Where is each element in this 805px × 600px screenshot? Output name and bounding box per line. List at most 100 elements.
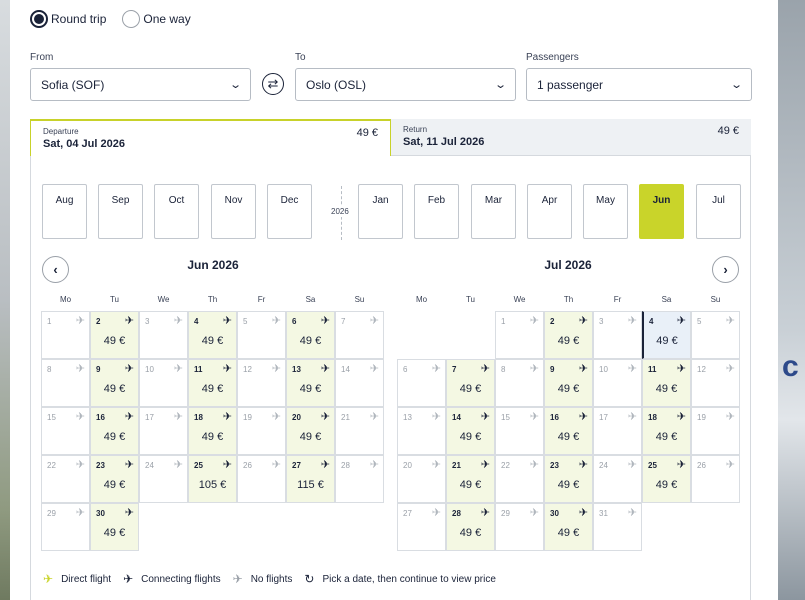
- day-number: 7: [341, 317, 346, 326]
- month-oct[interactable]: Oct: [154, 184, 199, 239]
- calendar-day[interactable]: 11 ✈ 49 €: [188, 359, 237, 407]
- calendar-day[interactable]: 18 ✈ 49 €: [642, 407, 691, 455]
- day-number: 15: [47, 413, 56, 422]
- calendar-day[interactable]: 2 ✈ 49 €: [544, 311, 593, 359]
- tab-departure[interactable]: Departure Sat, 04 Jul 2026 49 €: [30, 119, 391, 156]
- calendar-day[interactable]: 4 ✈ 49 €: [642, 311, 691, 359]
- day-number: 29: [47, 509, 56, 518]
- month-nov[interactable]: Nov: [211, 184, 256, 239]
- weekday-header: Sa: [305, 295, 316, 304]
- calendar-day[interactable]: 25 ✈ 49 €: [642, 455, 691, 503]
- day-number: 22: [47, 461, 56, 470]
- from-select[interactable]: Sofia (SOF) ⌄: [30, 68, 251, 101]
- calendar-day: 28 ✈: [335, 455, 384, 503]
- connecting-flight-icon: ✈: [480, 507, 490, 519]
- day-number: 5: [697, 317, 702, 326]
- day-number: 1: [501, 317, 506, 326]
- tab-return[interactable]: Return Sat, 11 Jul 2026 49 €: [391, 119, 751, 156]
- chevron-right-icon: ›: [723, 262, 728, 277]
- day-price: 105 €: [198, 479, 227, 491]
- month-jan[interactable]: Jan: [358, 184, 403, 239]
- month-title-left: Jun 2026: [187, 258, 239, 272]
- calendar-day[interactable]: 4 ✈ 49 €: [188, 311, 237, 359]
- prev-month-button[interactable]: ‹: [42, 256, 69, 283]
- calendar-day[interactable]: 9 ✈ 49 €: [544, 359, 593, 407]
- calendar-day: 24 ✈: [139, 455, 188, 503]
- month-jun[interactable]: Jun: [639, 184, 684, 239]
- month-mar[interactable]: Mar: [471, 184, 516, 239]
- connecting-flight-icon: ✈: [222, 315, 232, 327]
- weekday-header: Mo: [59, 295, 72, 304]
- day-number: 31: [599, 509, 608, 518]
- calendar-day[interactable]: 30 ✈ 49 €: [544, 503, 593, 551]
- connecting-flight-icon: ✈: [124, 507, 134, 519]
- month-sep[interactable]: Sep: [98, 184, 143, 239]
- month-may[interactable]: May: [583, 184, 628, 239]
- calendar-day[interactable]: 11 ✈ 49 €: [642, 359, 691, 407]
- calendar-day[interactable]: 30 ✈ 49 €: [90, 503, 139, 551]
- swap-airports-button[interactable]: ⇄: [262, 73, 284, 95]
- chevron-down-icon: ⌄: [493, 79, 507, 91]
- passengers-select[interactable]: 1 passenger ⌄: [526, 68, 752, 101]
- calendar-day: 5 ✈: [691, 311, 740, 359]
- month-feb[interactable]: Feb: [414, 184, 459, 239]
- calendar-day: 22 ✈: [495, 455, 544, 503]
- calendar-day[interactable]: 20 ✈ 49 €: [286, 407, 335, 455]
- calendar-day[interactable]: 28 ✈ 49 €: [446, 503, 495, 551]
- month-apr[interactable]: Apr: [527, 184, 572, 239]
- legend-direct: Direct flight: [61, 573, 112, 585]
- day-number: 19: [697, 413, 706, 422]
- connecting-flight-icon: ✈: [124, 363, 134, 375]
- legend-connecting: Connecting flights: [141, 573, 221, 585]
- calendar-day: 10 ✈: [139, 359, 188, 407]
- calendar-day[interactable]: 7 ✈ 49 €: [446, 359, 495, 407]
- connecting-flight-icon: ✈: [222, 459, 232, 471]
- connecting-flight-icon: ✈: [578, 411, 588, 423]
- calendar-day[interactable]: 13 ✈ 49 €: [286, 359, 335, 407]
- calendar-day[interactable]: 14 ✈ 49 €: [446, 407, 495, 455]
- one-way-label: One way: [143, 12, 191, 26]
- calendar-day[interactable]: 6 ✈ 49 €: [286, 311, 335, 359]
- day-number: 11: [648, 365, 657, 374]
- calendar-day: 8 ✈: [495, 359, 544, 407]
- day-number: 5: [243, 317, 248, 326]
- day-number: 24: [145, 461, 154, 470]
- weekday-header: Tu: [465, 295, 476, 304]
- weekday-header: Mo: [415, 295, 428, 304]
- passengers-label: Passengers: [526, 52, 579, 63]
- calendar-day[interactable]: 2 ✈ 49 €: [90, 311, 139, 359]
- month-dec[interactable]: Dec: [267, 184, 312, 239]
- no-flight-icon: ✈: [627, 315, 637, 327]
- calendar-day[interactable]: 16 ✈ 49 €: [544, 407, 593, 455]
- calendar-day[interactable]: 16 ✈ 49 €: [90, 407, 139, 455]
- calendar-day: 10 ✈: [593, 359, 642, 407]
- calendar-day[interactable]: 23 ✈ 49 €: [90, 455, 139, 503]
- calendar-day: 12 ✈: [691, 359, 740, 407]
- day-number: 29: [501, 509, 510, 518]
- calendar-day: 22 ✈: [41, 455, 90, 503]
- connecting-flight-icon: ✈: [676, 315, 686, 327]
- calendar-day[interactable]: 9 ✈ 49 €: [90, 359, 139, 407]
- day-number: 30: [550, 509, 559, 518]
- month-jul[interactable]: Jul: [696, 184, 741, 239]
- calendar-day[interactable]: 18 ✈ 49 €: [188, 407, 237, 455]
- weekday-header: Fr: [257, 295, 266, 304]
- calendar-day[interactable]: 25 ✈ 105 €: [188, 455, 237, 503]
- day-price: 49 €: [299, 431, 322, 443]
- day-number: 8: [47, 365, 52, 374]
- calendar-day[interactable]: 27 ✈ 115 €: [286, 455, 335, 503]
- day-number: 1: [47, 317, 52, 326]
- round-trip-radio[interactable]: Round trip: [30, 10, 106, 28]
- to-select[interactable]: Oslo (OSL) ⌄: [295, 68, 516, 101]
- calendar-day[interactable]: 21 ✈ 49 €: [446, 455, 495, 503]
- day-number: 21: [341, 413, 350, 422]
- calendar-day[interactable]: 23 ✈ 49 €: [544, 455, 593, 503]
- one-way-radio[interactable]: One way: [122, 10, 191, 28]
- calendar-day: 29 ✈: [495, 503, 544, 551]
- month-aug[interactable]: Aug: [42, 184, 87, 239]
- calendar-day: 20 ✈: [397, 455, 446, 503]
- next-month-button[interactable]: ›: [712, 256, 739, 283]
- connecting-flight-icon: ✈: [124, 459, 134, 471]
- day-number: 26: [697, 461, 706, 470]
- no-flight-icon: ✈: [173, 363, 183, 375]
